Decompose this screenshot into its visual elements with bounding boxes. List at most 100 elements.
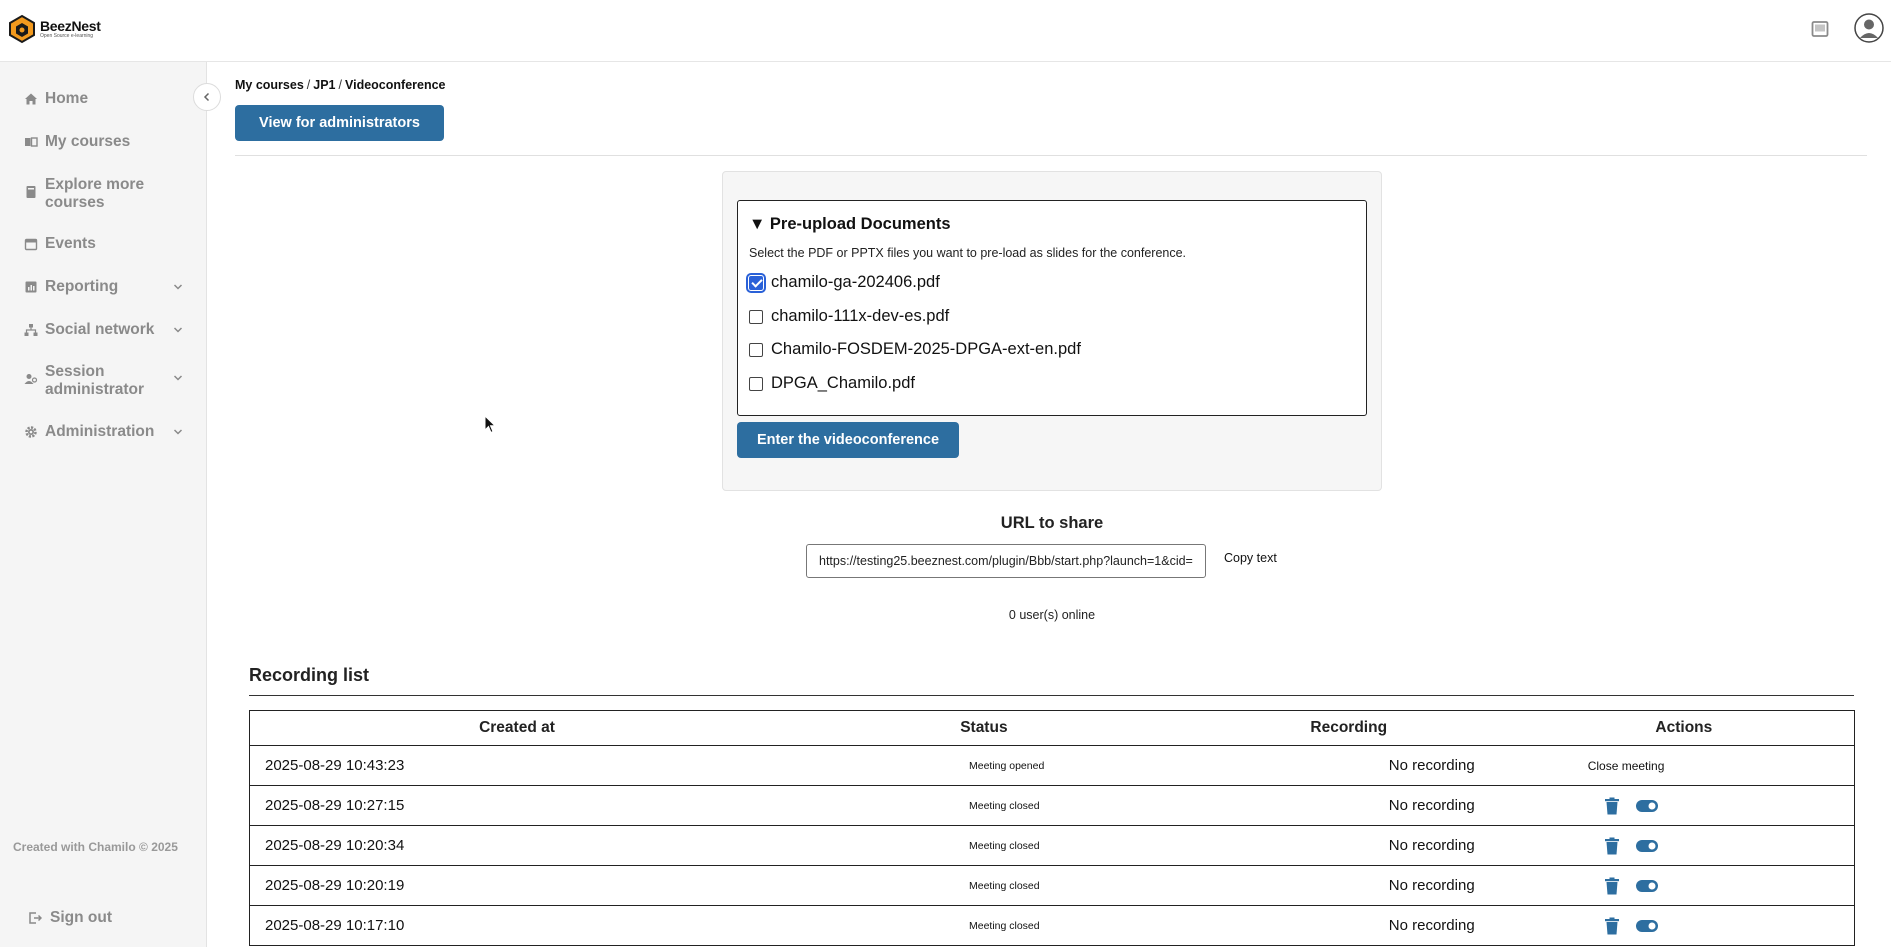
videoconference-panel: ▼ Pre-upload Documents Select the PDF or… (722, 171, 1382, 491)
status-cell: Meeting opened (783, 745, 1184, 786)
recordings-table: Created at Status Recording Actions 2025… (248, 710, 1855, 946)
users-icon (24, 374, 38, 384)
recording-list-title: Recording list (249, 665, 370, 685)
recording-list-rule (249, 695, 1854, 696)
file-checkbox[interactable] (749, 376, 763, 391)
url-share-title: URL to share (1000, 514, 1104, 532)
brand-tagline: Open Source e-learning (40, 33, 94, 39)
gear-icon (25, 426, 37, 438)
sidebar-item-label: Home (45, 90, 89, 107)
file-name: chamilo-111x-dev-es.pdf (771, 307, 950, 325)
sign-out-icon (29, 912, 42, 924)
close-meeting-link[interactable]: Close meeting (1513, 745, 1855, 786)
sidebar-item-label: Explore more courses (45, 176, 145, 211)
table-row: 2025-08-29 10:17:10 Meeting closed No re… (248, 905, 1855, 946)
status-cell: Meeting closed (783, 785, 1184, 826)
recording-cell: No recording (1183, 825, 1514, 866)
brand-logo[interactable]: BeezNest Open Source e-learning (7, 14, 101, 44)
sidebar-collapse-button[interactable] (193, 83, 221, 111)
chevron-down-icon (173, 429, 183, 435)
column-status: Status (783, 710, 1184, 746)
online-users-count: 0 user(s) online (1008, 608, 1096, 622)
status-cell: Meeting closed (783, 865, 1184, 906)
created-at-cell: 2025-08-29 10:17:10 (248, 905, 784, 946)
column-actions: Actions (1513, 710, 1855, 746)
table-row: 2025-08-29 10:27:15 Meeting closed No re… (248, 785, 1855, 826)
beeznest-logo-icon (9, 14, 35, 44)
breadcrumb-current: Videoconference (345, 78, 446, 92)
recording-cell: No recording (1183, 785, 1514, 826)
sidebar-item-my-courses[interactable]: My courses (24, 133, 184, 151)
copy-text-button[interactable]: Copy text (1224, 551, 1277, 565)
brand-name: BeezNest (40, 18, 101, 34)
inbox-icon[interactable] (1810, 19, 1830, 39)
created-at-cell: 2025-08-29 10:43:23 (248, 745, 784, 786)
divider (235, 155, 1867, 156)
user-avatar-icon[interactable] (1854, 13, 1884, 43)
preupload-fieldset: ▼ Pre-upload Documents Select the PDF or… (737, 200, 1367, 416)
file-option[interactable]: chamilo-111x-dev-es.pdf (749, 307, 949, 326)
top-header: BeezNest Open Source e-learning (0, 0, 1891, 62)
file-checkbox[interactable] (746, 272, 766, 293)
toggle-icon[interactable] (1635, 839, 1658, 852)
enter-videoconference-button[interactable]: Enter the videoconference (737, 422, 959, 458)
file-checkbox[interactable] (749, 342, 763, 357)
actions-cell (1513, 865, 1855, 906)
file-name: DPGA_Chamilo.pdf (771, 374, 915, 392)
sidebar-item-label: Administration (45, 423, 155, 440)
chevron-down-icon (173, 284, 183, 290)
preupload-toggle[interactable]: ▼ Pre-upload Documents (749, 215, 951, 234)
calendar-icon (24, 238, 38, 251)
sidebar-item-session-administrator[interactable]: Session administrator (24, 363, 184, 399)
actions-cell (1513, 825, 1855, 866)
sidebar-item-administration[interactable]: Administration (24, 423, 184, 441)
trash-icon[interactable] (1604, 797, 1620, 815)
file-checkbox[interactable] (749, 309, 763, 324)
created-at-cell: 2025-08-29 10:27:15 (248, 785, 784, 826)
sign-out-label: Sign out (50, 909, 112, 926)
sidebar-item-label: My courses (45, 133, 131, 150)
chart-icon (25, 281, 37, 293)
toggle-icon[interactable] (1635, 919, 1658, 932)
sidebar-item-home[interactable]: Home (24, 90, 184, 108)
file-option[interactable]: DPGA_Chamilo.pdf (749, 374, 915, 393)
file-name: Chamilo-FOSDEM-2025-DPGA-ext-en.pdf (771, 340, 1081, 358)
actions-cell (1513, 785, 1855, 826)
file-name: chamilo-ga-202406.pdf (771, 273, 940, 291)
column-recording: Recording (1183, 710, 1514, 746)
chevron-down-icon (173, 375, 183, 381)
toggle-icon[interactable] (1635, 799, 1658, 812)
footer-credit: Created with Chamilo © 2025 (13, 840, 178, 854)
home-icon (25, 93, 37, 105)
created-at-cell: 2025-08-29 10:20:19 (248, 865, 784, 906)
breadcrumb-my-courses[interactable]: My courses (235, 78, 304, 92)
catalog-icon (26, 186, 36, 198)
breadcrumb-course[interactable]: JP1 (313, 78, 335, 92)
trash-icon[interactable] (1604, 837, 1620, 855)
sign-out-button[interactable]: Sign out (28, 909, 112, 927)
preupload-legend: Pre-upload Documents (769, 215, 951, 233)
table-row: 2025-08-29 10:43:23 Meeting opened No re… (248, 745, 1855, 786)
network-icon (24, 324, 38, 336)
table-header-row: Created at Status Recording Actions (248, 710, 1855, 746)
status-cell: Meeting closed (783, 825, 1184, 866)
sidebar-item-label: Events (45, 235, 96, 252)
sidebar-item-events[interactable]: Events (24, 235, 184, 253)
table-row: 2025-08-29 10:20:34 Meeting closed No re… (248, 825, 1855, 866)
trash-icon[interactable] (1604, 917, 1620, 935)
sidebar-item-social-network[interactable]: Social network (24, 321, 184, 339)
mouse-pointer-icon (484, 415, 496, 434)
recording-cell: No recording (1183, 905, 1514, 946)
toggle-icon[interactable] (1635, 879, 1658, 892)
file-option[interactable]: chamilo-ga-202406.pdf (746, 272, 940, 293)
sidebar-item-label: Session administrator (45, 363, 145, 398)
sidebar-item-explore-courses[interactable]: Explore more courses (24, 176, 184, 212)
courses-icon (25, 137, 38, 147)
sidebar-item-reporting[interactable]: Reporting (24, 278, 184, 296)
file-option[interactable]: Chamilo-FOSDEM-2025-DPGA-ext-en.pdf (749, 340, 1081, 359)
sidebar-item-label: Social network (45, 321, 155, 338)
share-url-field[interactable]: https://testing25.beeznest.com/plugin/Bb… (806, 544, 1206, 578)
view-for-administrators-button[interactable]: View for administrators (235, 105, 444, 141)
trash-icon[interactable] (1604, 877, 1620, 895)
actions-cell (1513, 905, 1855, 946)
